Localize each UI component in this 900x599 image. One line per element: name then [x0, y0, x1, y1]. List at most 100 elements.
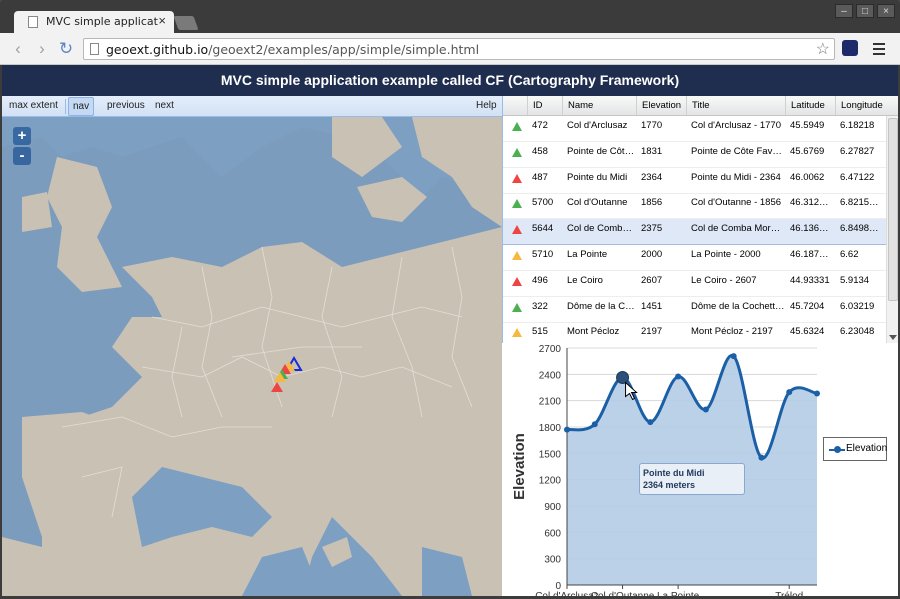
legend-label: Elevation — [846, 443, 888, 454]
close-window-icon[interactable]: × — [877, 4, 895, 18]
status-cell — [503, 297, 527, 322]
cell-lon: 6.47122 — [840, 171, 875, 183]
cell-name: La Pointe — [567, 249, 608, 260]
data-point[interactable] — [730, 353, 737, 360]
cell-name: Col d'Outanne — [567, 197, 628, 209]
cell-lon: 6.03219 — [840, 300, 875, 312]
green-triangle-icon — [512, 302, 522, 312]
maximize-window-icon[interactable]: □ — [856, 4, 874, 18]
zoom-out-button[interactable]: - — [13, 147, 31, 165]
browser-tab[interactable]: MVC simple application ex × — [14, 11, 174, 33]
cell-id: 515 — [532, 326, 548, 338]
x-tick-label: Trélod — [775, 591, 803, 596]
cell-elevation: 2607 — [641, 274, 663, 286]
cell-lat: 46.0062 — [790, 171, 825, 183]
extension-icon[interactable] — [842, 40, 858, 56]
grid-header-title[interactable]: Title — [686, 96, 785, 115]
table-row[interactable]: 487 Pointe du Midi 2364 Pointe du Midi - 23… — [503, 168, 886, 194]
data-point[interactable] — [564, 426, 570, 433]
page-title: MVC simple application example called CF… — [2, 65, 898, 96]
cell-id: 5700 — [532, 197, 554, 209]
data-point[interactable] — [591, 421, 598, 428]
minimize-window-icon[interactable]: – — [835, 4, 853, 18]
cell-name: Le Coiro — [567, 274, 603, 286]
grid-scrollbar-thumb[interactable] — [888, 118, 898, 301]
cell-name: Dôme de la C… — [567, 300, 635, 312]
reload-icon[interactable]: ↻ — [56, 39, 76, 59]
cell-elevation: 1856 — [641, 197, 663, 209]
help-button[interactable]: Help — [472, 99, 501, 113]
map-view[interactable]: + - — [2, 117, 502, 596]
new-tab-button[interactable] — [173, 16, 199, 30]
elevation-chart: 0300600900120015001800210024002700Col d'… — [502, 343, 898, 599]
table-row[interactable]: 5710 La Pointe 2000 La Pointe - 2000 46.187…… — [503, 245, 886, 271]
grid-header-elevation[interactable]: Elevation — [636, 96, 686, 115]
address-bar[interactable]: geoext.github.io/geoext2/examples/app/si… — [83, 38, 835, 60]
nav-button[interactable]: nav — [68, 97, 95, 116]
close-tab-icon[interactable]: × — [158, 13, 166, 28]
data-point[interactable] — [758, 454, 765, 461]
menu-icon[interactable] — [873, 43, 885, 58]
map-canvas — [2, 117, 502, 596]
next-button[interactable]: next — [151, 99, 178, 113]
table-row[interactable]: 515 Mont Pécloz 2197 Mont Pécloz - 2197 45.6… — [503, 322, 886, 343]
table-row[interactable]: 322 Dôme de la C… 1451 Dôme de la Cochett… 4… — [503, 297, 886, 323]
zoom-in-button[interactable]: + — [13, 127, 31, 145]
url-text[interactable]: geoext.github.io/geoext2/examples/app/si… — [106, 42, 479, 57]
cell-name: Col d'Arclusaz — [567, 120, 628, 131]
table-row[interactable]: 458 Pointe de Côt… 1831 Pointe de Côte Fav…… — [503, 142, 886, 168]
cell-title: Pointe de Côte Fav… — [691, 145, 782, 157]
table-row[interactable]: 472 Col d'Arclusaz 1770 Col d'Arclusaz - 17… — [503, 116, 886, 142]
max-extent-button[interactable]: max extent — [5, 99, 62, 113]
forward-arrow-icon[interactable]: › — [32, 39, 52, 59]
x-tick-label: La Pointe — [657, 591, 700, 596]
cell-lat: 46.312… — [790, 197, 829, 209]
data-point[interactable] — [675, 373, 682, 380]
grid-header-latitude[interactable]: Latitude — [785, 96, 835, 115]
grid-header-id[interactable]: ID — [527, 96, 562, 115]
data-point[interactable] — [647, 419, 654, 426]
status-cell — [503, 322, 527, 343]
grid-header-name[interactable]: Name — [562, 96, 636, 115]
grid-scrollbar[interactable] — [886, 116, 898, 343]
bookmark-star-icon[interactable]: ☆ — [816, 39, 830, 59]
yellow-triangle-icon — [512, 328, 522, 338]
cell-title: Le Coiro - 2607 — [691, 274, 757, 286]
previous-button[interactable]: previous — [103, 99, 149, 113]
table-row[interactable]: 5644 Col de Comb… 2375 Col de Comba Mor… 46.… — [503, 219, 886, 246]
table-row[interactable]: 5700 Col d'Outanne 1856 Col d'Outanne - 185… — [503, 193, 886, 220]
data-point[interactable] — [786, 389, 793, 396]
cell-title: Mont Pécloz - 2197 — [691, 326, 773, 338]
cell-id: 496 — [532, 274, 548, 286]
red-triangle-icon — [512, 276, 522, 286]
chart-legend[interactable]: Elevation — [823, 437, 887, 461]
status-cell — [503, 193, 527, 218]
tooltip-title: Pointe du Midi — [643, 468, 705, 478]
back-arrow-icon[interactable]: ‹ — [8, 39, 28, 59]
y-tick-label: 900 — [544, 502, 561, 513]
table-row[interactable]: 496 Le Coiro 2607 Le Coiro - 2607 44.93331 5.… — [503, 271, 886, 297]
cell-lon: 5.9134 — [840, 274, 870, 286]
cell-lat: 44.93331 — [790, 274, 830, 286]
cell-id: 458 — [532, 145, 548, 157]
cell-lon: 6.62 — [840, 249, 859, 260]
cell-lon: 6.18218 — [840, 120, 875, 131]
scroll-down-arrow-icon[interactable] — [889, 335, 897, 340]
tab-title: MVC simple application ex — [46, 15, 158, 28]
grid-header-longitude[interactable]: Longitude — [835, 96, 886, 115]
y-tick-label: 2400 — [539, 370, 562, 381]
cell-title: Col d'Arclusaz - 1770 — [691, 120, 781, 131]
green-triangle-icon — [512, 147, 522, 157]
cell-title: Pointe du Midi - 2364 — [691, 171, 781, 183]
cell-elevation: 2375 — [641, 223, 663, 235]
cell-id: 5710 — [532, 249, 554, 260]
grid-header-icon[interactable] — [503, 96, 527, 115]
cell-title: Dôme de la Cochett… — [691, 300, 785, 312]
cell-elevation: 1451 — [641, 300, 663, 312]
cell-elevation: 1770 — [641, 120, 663, 131]
cell-elevation: 2197 — [641, 326, 663, 338]
data-point[interactable] — [702, 406, 709, 413]
cell-elevation: 1831 — [641, 145, 663, 157]
data-point[interactable] — [814, 390, 820, 397]
data-point[interactable] — [616, 370, 630, 384]
